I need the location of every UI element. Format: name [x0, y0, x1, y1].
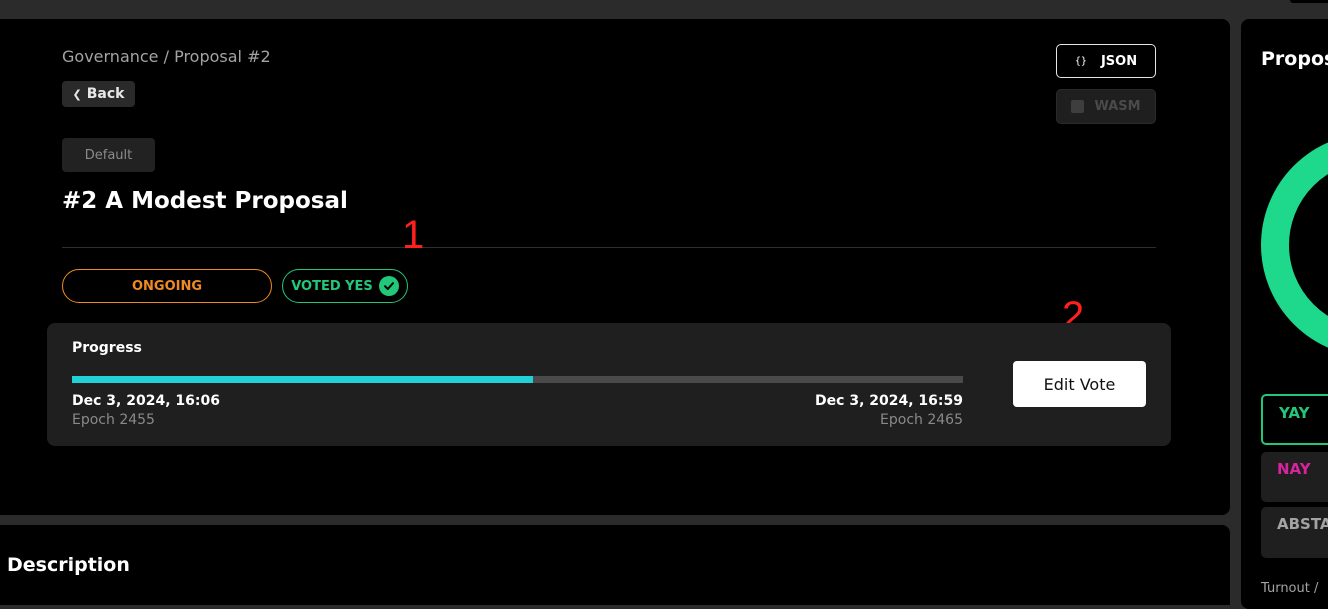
- abstain-label: ABSTA: [1277, 515, 1328, 533]
- back-label: Back: [86, 86, 125, 102]
- start-date: Dec 3, 2024, 16:06: [72, 393, 220, 409]
- status-badge-ongoing: ONGOING: [62, 269, 272, 303]
- start-epoch: Epoch 2455: [72, 412, 155, 428]
- back-button[interactable]: ❮ Back: [62, 81, 135, 107]
- donut-ring-yay: [1261, 142, 1328, 348]
- braces-icon: {}: [1074, 55, 1087, 67]
- divider: [62, 247, 1156, 248]
- proposal-type-tag: Default: [62, 138, 155, 172]
- vote-option-yay[interactable]: YAY: [1261, 394, 1328, 445]
- sidebar-title: Propos: [1261, 48, 1328, 70]
- description-heading: Description: [7, 554, 130, 576]
- progress-label: Progress: [72, 340, 142, 356]
- end-date: Dec 3, 2024, 16:59: [815, 393, 963, 409]
- vote-donut-chart: [1261, 142, 1328, 348]
- progress-bar: [72, 376, 963, 383]
- wasm-icon: [1071, 100, 1085, 113]
- page-title: #2 A Modest Proposal: [62, 188, 348, 214]
- results-sidebar: Propos YAY NAY ABSTA Turnout /: [1241, 19, 1328, 609]
- status-badge-voted: VOTED YES: [282, 269, 408, 303]
- vote-option-abstain[interactable]: ABSTA: [1261, 507, 1328, 558]
- nay-label: NAY: [1277, 460, 1311, 478]
- description-panel: [0, 525, 1230, 605]
- top-strip: [0, 0, 1328, 19]
- wasm-label: WASM: [1094, 99, 1141, 114]
- yay-label: YAY: [1279, 404, 1310, 422]
- check-circle-icon: [378, 276, 399, 296]
- json-label: JSON: [1100, 53, 1138, 69]
- json-button[interactable]: {} JSON: [1056, 44, 1156, 78]
- progress-card: [47, 323, 1171, 446]
- edit-vote-button[interactable]: Edit Vote: [1013, 361, 1146, 407]
- wasm-button: WASM: [1056, 89, 1156, 124]
- vote-option-nay[interactable]: NAY: [1261, 452, 1328, 502]
- status-voted-label: VOTED YES: [291, 278, 373, 294]
- top-strip-cap: [1290, 0, 1328, 3]
- chevron-left-icon: ❮: [72, 87, 82, 101]
- status-ongoing-label: ONGOING: [131, 278, 203, 294]
- annotation-marker-1: 1: [402, 213, 425, 257]
- breadcrumb: Governance / Proposal #2: [62, 47, 271, 66]
- progress-bar-fill: [72, 376, 533, 383]
- end-epoch: Epoch 2465: [880, 412, 963, 428]
